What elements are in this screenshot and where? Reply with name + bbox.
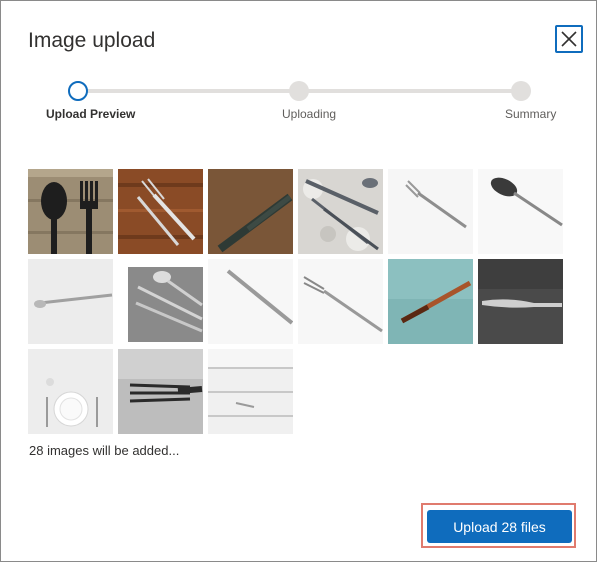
step-dot-upload-preview <box>68 81 88 101</box>
image-thumbnail-4[interactable] <box>298 169 383 254</box>
image-thumbnail-2[interactable] <box>118 169 203 254</box>
image-thumbnail-7[interactable] <box>28 259 113 344</box>
image-thumbnail-8[interactable] <box>118 259 203 344</box>
image-thumbnail-10[interactable] <box>298 259 383 344</box>
image-thumbnail-9[interactable] <box>208 259 293 344</box>
upload-files-button[interactable]: Upload 28 files <box>427 510 572 543</box>
close-icon <box>561 31 577 47</box>
image-thumbnail-12[interactable] <box>478 259 563 344</box>
step-label-summary: Summary <box>505 107 557 121</box>
image-thumbnail-11[interactable] <box>388 259 473 344</box>
step-label-upload-preview: Upload Preview <box>46 107 136 121</box>
dialog-title: Image upload <box>28 29 156 52</box>
image-thumbnail-13[interactable] <box>28 349 113 434</box>
image-thumbnail-5[interactable] <box>388 169 473 254</box>
image-thumbnail-3[interactable] <box>208 169 293 254</box>
step-dot-uploading <box>289 81 309 101</box>
images-count-text: 28 images will be added... <box>29 443 180 458</box>
step-dot-summary <box>511 81 531 101</box>
close-button[interactable] <box>555 25 583 53</box>
image-thumbnail-15[interactable] <box>208 349 293 434</box>
image-upload-dialog: Image upload Upload Preview Uploading Su… <box>0 0 597 562</box>
image-thumbnail-1[interactable] <box>28 169 113 254</box>
image-thumbnail-6[interactable] <box>478 169 563 254</box>
step-label-uploading: Uploading <box>282 107 337 121</box>
image-thumbnail-14[interactable] <box>118 349 203 434</box>
